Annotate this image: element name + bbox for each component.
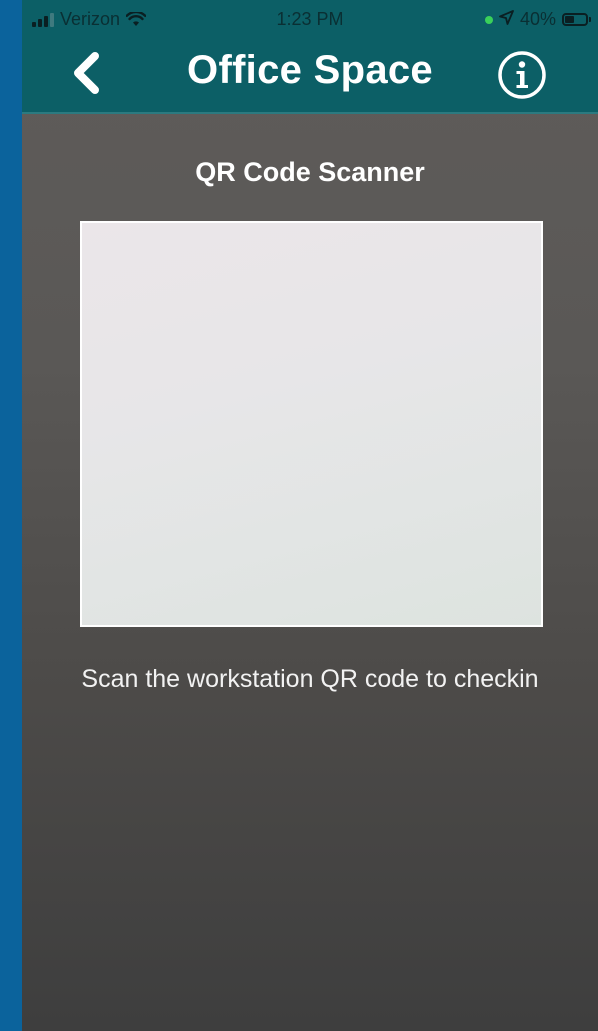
status-bar-right: 40% (484, 9, 591, 30)
scan-instruction-text: Scan the workstation QR code to checkin (81, 665, 539, 693)
navigation-bar: Office Space (22, 42, 598, 104)
scanner-title: QR Code Scanner (195, 157, 425, 187)
location-arrow-icon (499, 9, 514, 30)
background-strip (0, 0, 22, 1031)
battery-fill (565, 16, 574, 23)
info-icon (498, 51, 546, 99)
active-indicator-dot (484, 15, 493, 24)
battery-icon (562, 13, 591, 26)
app-header: Verizon 1:23 PM 40% Office Space (22, 0, 598, 114)
camera-viewfinder (80, 221, 543, 627)
status-bar: Verizon 1:23 PM 40% (22, 0, 598, 42)
info-button[interactable] (497, 50, 547, 100)
phone-screen: Verizon 1:23 PM 40% Office Space QR Code… (22, 0, 598, 1031)
battery-percent: 40% (519, 9, 556, 29)
